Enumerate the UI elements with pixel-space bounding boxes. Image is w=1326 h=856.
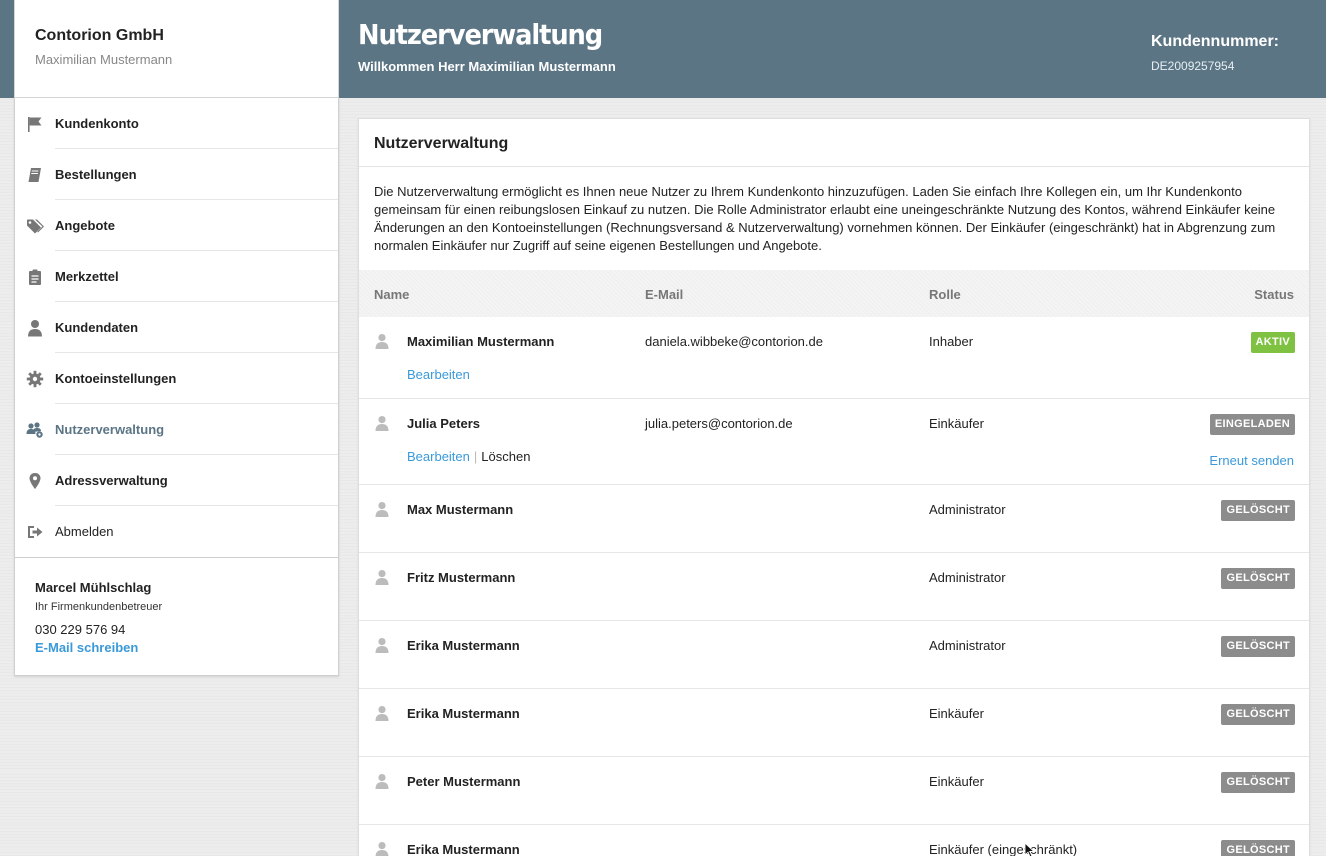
sign-out-icon bbox=[28, 526, 43, 538]
user-role: Einkäufer bbox=[929, 706, 984, 721]
user-name: Erika Mustermann bbox=[407, 842, 520, 856]
user-icon bbox=[374, 333, 390, 349]
edit-link[interactable]: Bearbeiten bbox=[407, 367, 470, 382]
user-role: Administrator bbox=[929, 638, 1006, 653]
clipboard-icon bbox=[29, 269, 41, 285]
user-role: Einkäufer (eingeschränkt) bbox=[929, 842, 1078, 856]
user-icon bbox=[374, 569, 390, 585]
user-icon bbox=[28, 320, 42, 337]
sidebar-item-merkzettel[interactable]: Merkzettel bbox=[15, 251, 338, 302]
user-name: Maximilian Mustermann bbox=[407, 334, 555, 349]
column-header-name: Name bbox=[374, 287, 410, 302]
sidebar-item-label: Merkzettel bbox=[55, 269, 119, 284]
sidebar-item-label: Kundendaten bbox=[55, 320, 139, 335]
users-gear-icon bbox=[26, 422, 43, 438]
sidebar-item-bestellungen[interactable]: Bestellungen bbox=[15, 149, 338, 200]
panel-description: Die Nutzerverwaltung ermöglicht es Ihnen… bbox=[374, 184, 1276, 253]
sidebar-item-kundenkonto[interactable]: Kundenkonto bbox=[15, 98, 338, 149]
sidebar-item-angebote[interactable]: Angebote bbox=[15, 200, 338, 251]
row-actions: Bearbeiten | Löschen bbox=[407, 449, 530, 464]
sidebar-item-label: Adressverwaltung bbox=[55, 473, 168, 488]
user-name: Erika Mustermann bbox=[407, 638, 520, 653]
user-role: Administrator bbox=[929, 570, 1006, 585]
user-name: Erika Mustermann bbox=[407, 706, 520, 721]
company-name: Contorion GmbH bbox=[35, 27, 164, 44]
customer-number: DE2009257954 bbox=[1151, 59, 1235, 73]
sidebar-item-label: Bestellungen bbox=[55, 167, 137, 182]
status-badge: GELÖSCHT bbox=[1221, 636, 1295, 657]
user-name: Julia Peters bbox=[407, 416, 480, 431]
table-row: Erika Mustermann Einkäufer (eingeschränk… bbox=[359, 825, 1309, 856]
user-icon bbox=[374, 637, 390, 653]
user-role: Administrator bbox=[929, 502, 1006, 517]
user-role: Inhaber bbox=[929, 334, 974, 349]
status-badge: GELÖSCHT bbox=[1221, 704, 1295, 725]
sidebar-item-nutzerverwaltung[interactable]: Nutzerverwaltung bbox=[15, 404, 338, 455]
sidebar-item-label: Kundenkonto bbox=[55, 116, 139, 131]
company-user-name: Maximilian Mustermann bbox=[35, 52, 173, 67]
table-row: Max Mustermann Administrator GELÖSCHT bbox=[359, 485, 1309, 553]
resend-invitation-link[interactable]: Erneut senden bbox=[1209, 453, 1294, 468]
table-header: Name E-Mail Rolle Status bbox=[359, 270, 1309, 317]
user-name: Max Mustermann bbox=[407, 502, 514, 517]
sidebar-item-label: Kontoeinstellungen bbox=[55, 371, 177, 386]
user-icon bbox=[374, 415, 390, 431]
table-row: Erika Mustermann Administrator GELÖSCHT bbox=[359, 621, 1309, 689]
contact-role: Ihr Firmenkundenbetreuer bbox=[35, 601, 163, 613]
table-row: Erika Mustermann Einkäufer GELÖSCHT bbox=[359, 689, 1309, 757]
customer-number-label: Kundennummer: bbox=[1151, 33, 1279, 50]
account-manager-contact: Marcel Mühlschlag Ihr Firmenkundenbetreu… bbox=[15, 557, 338, 675]
flag-icon bbox=[28, 117, 42, 132]
mouse-pointer-icon bbox=[1024, 842, 1036, 856]
company-card: Contorion GmbH Maximilian Mustermann bbox=[14, 0, 339, 98]
status-badge: GELÖSCHT bbox=[1221, 840, 1295, 856]
column-header-status: Status bbox=[1254, 287, 1294, 302]
user-management-panel: Nutzerverwaltung Die Nutzerverwaltung er… bbox=[358, 118, 1310, 856]
sidebar-item-label: Angebote bbox=[55, 218, 115, 233]
user-role: Einkäufer bbox=[929, 774, 984, 789]
contact-phone: 030 229 576 94 bbox=[35, 622, 126, 637]
user-role: Einkäufer bbox=[929, 416, 984, 431]
row-actions: Bearbeiten bbox=[407, 367, 470, 382]
sidebar-item-label: Nutzerverwaltung bbox=[55, 422, 165, 437]
table-row: Maximilian Mustermann daniela.wibbeke@co… bbox=[359, 317, 1309, 399]
map-pin-icon bbox=[29, 473, 41, 489]
gear-icon bbox=[26, 370, 44, 388]
edit-link[interactable]: Bearbeiten bbox=[407, 449, 470, 464]
action-separator: | bbox=[473, 449, 478, 464]
status-badge: GELÖSCHT bbox=[1221, 772, 1295, 793]
sidebar-item-adressverwaltung[interactable]: Adressverwaltung bbox=[15, 455, 338, 506]
page-title: Nutzerverwaltung bbox=[358, 18, 603, 51]
column-header-email: E-Mail bbox=[645, 287, 684, 302]
contact-name: Marcel Mühlschlag bbox=[35, 580, 152, 595]
sidebar-item-kontoeinstellungen[interactable]: Kontoeinstellungen bbox=[15, 353, 338, 404]
status-badge: EINGELADEN bbox=[1209, 414, 1295, 435]
sidebar: Kundenkonto Bestellungen Angebote Merkze… bbox=[14, 98, 339, 676]
tags-icon bbox=[27, 219, 44, 234]
table-row: Fritz Mustermann Administrator GELÖSCHT bbox=[359, 553, 1309, 621]
user-icon bbox=[374, 705, 390, 721]
user-name: Peter Mustermann bbox=[407, 774, 521, 789]
sidebar-item-label: Abmelden bbox=[55, 524, 114, 539]
user-icon bbox=[374, 501, 390, 517]
status-badge: AKTIV bbox=[1250, 332, 1295, 353]
column-header-role: Rolle bbox=[929, 287, 961, 302]
email-link[interactable]: E-Mail schreiben bbox=[35, 640, 318, 655]
sidebar-item-abmelden[interactable]: Abmelden bbox=[15, 506, 338, 557]
user-email: daniela.wibbeke@contorion.de bbox=[645, 334, 823, 349]
status-badge: GELÖSCHT bbox=[1221, 568, 1295, 589]
welcome-message: Willkommen Herr Maximilian Mustermann bbox=[358, 59, 616, 74]
user-icon bbox=[374, 841, 390, 856]
user-email: julia.peters@contorion.de bbox=[645, 416, 793, 431]
table-row: Peter Mustermann Einkäufer GELÖSCHT bbox=[359, 757, 1309, 825]
panel-title: Nutzerverwaltung bbox=[359, 119, 1309, 167]
delete-link[interactable]: Löschen bbox=[481, 449, 530, 464]
user-icon bbox=[374, 773, 390, 789]
book-icon bbox=[28, 168, 41, 182]
status-badge: GELÖSCHT bbox=[1221, 500, 1295, 521]
user-name: Fritz Mustermann bbox=[407, 570, 516, 585]
sidebar-item-kundendaten[interactable]: Kundendaten bbox=[15, 302, 338, 353]
table-row: Julia Peters julia.peters@contorion.de E… bbox=[359, 399, 1309, 485]
